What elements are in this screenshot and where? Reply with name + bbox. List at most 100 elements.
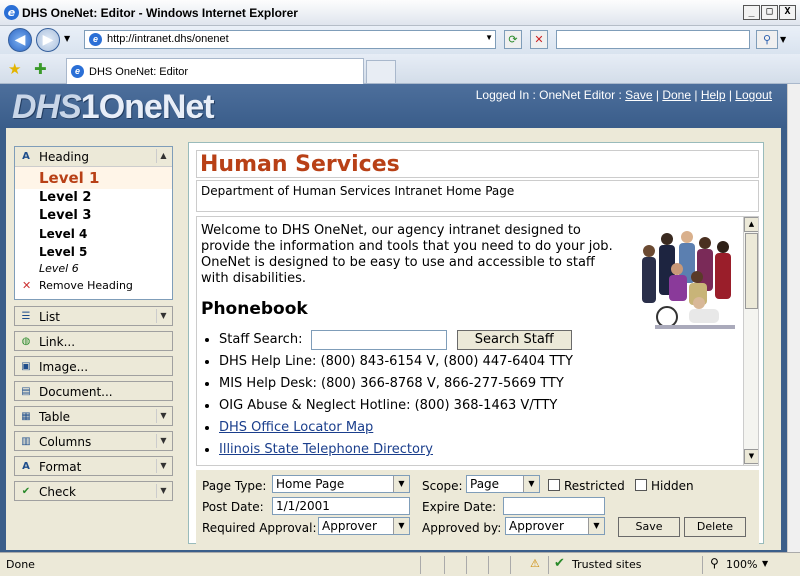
sidebar-item-check[interactable]: ✔ Check ▼ xyxy=(14,481,173,501)
collapse-icon[interactable]: ▲ xyxy=(156,149,170,163)
sidebar-item-table[interactable]: ▦ Table ▼ xyxy=(14,406,173,426)
back-arrow-icon: ◀ xyxy=(14,32,26,48)
staff-search-label: Staff Search: xyxy=(219,332,303,347)
body-scrollbar[interactable]: ▲ ▼ xyxy=(743,217,758,465)
sidebar-item-columns[interactable]: ▥ Columns ▼ xyxy=(14,431,173,451)
search-options-dropdown[interactable]: ▼ xyxy=(780,35,786,44)
close-window-button[interactable]: X xyxy=(779,5,796,20)
heading-level-4[interactable]: Level 4 xyxy=(15,225,172,243)
zoom-dropdown-icon[interactable]: ▼ xyxy=(762,559,768,568)
trusted-check-icon: ✔ xyxy=(554,556,565,571)
restricted-checkbox[interactable] xyxy=(548,479,560,491)
save-button[interactable]: Save xyxy=(618,517,680,537)
heading-level-1[interactable]: Level 1 xyxy=(15,167,172,189)
list-item: DHS Help Line: (800) 843-6154 V, (800) 4… xyxy=(219,351,639,373)
address-dropdown-icon[interactable]: ▼ xyxy=(485,33,493,42)
address-toolbar: ◀ ▶ ▼ e http://intranet.dhs/onenet ▼ ⟳ ✕… xyxy=(0,26,800,54)
scroll-up-icon[interactable]: ▲ xyxy=(744,217,758,232)
page-title[interactable]: Human Services xyxy=(196,150,759,178)
search-input[interactable] xyxy=(556,30,750,49)
sidebar-item-label: Image... xyxy=(39,360,89,374)
approved-by-select[interactable]: Approver ▼ xyxy=(505,517,605,535)
done-link[interactable]: Done xyxy=(662,88,691,102)
forward-button[interactable]: ▶ xyxy=(36,28,60,52)
search-button[interactable]: ⚲ xyxy=(756,30,778,49)
security-zone[interactable]: Trusted sites xyxy=(572,558,642,571)
heading-menu-header[interactable]: A Heading ▲ xyxy=(15,147,172,167)
back-button[interactable]: ◀ xyxy=(8,28,32,52)
recent-pages-dropdown[interactable]: ▼ xyxy=(64,34,70,43)
logout-link[interactable]: Logout xyxy=(735,88,772,102)
status-bar: Done ⚠ ✔ Trusted sites ⚲ 100% ▼ xyxy=(0,552,800,576)
scroll-thumb[interactable] xyxy=(745,233,758,309)
add-favorites-icon[interactable]: ✚ xyxy=(34,60,47,78)
list-item: Staff Search: Search Staff xyxy=(219,329,639,351)
chevron-down-icon[interactable]: ▼ xyxy=(156,309,170,323)
refresh-button[interactable]: ⟳ xyxy=(504,30,522,49)
search-staff-button[interactable]: Search Staff xyxy=(456,329,572,350)
page-body-editor[interactable]: Welcome to DHS OneNet, our agency intran… xyxy=(196,216,759,466)
heading-level-2[interactable]: Level 2 xyxy=(15,189,172,207)
stop-button[interactable]: ✕ xyxy=(530,30,548,49)
hidden-checkbox[interactable] xyxy=(635,479,647,491)
search-icon: ⚲ xyxy=(762,33,772,46)
heading-level-5[interactable]: Level 5 xyxy=(15,243,172,261)
check-icon: ✔ xyxy=(21,486,31,497)
scope-select[interactable]: Page ▼ xyxy=(466,475,540,493)
required-approval-value: Approver xyxy=(322,519,377,533)
heading-level-6[interactable]: Level 6 xyxy=(15,261,172,277)
save-link[interactable]: Save xyxy=(625,88,652,102)
internet-explorer-icon: e xyxy=(4,5,19,20)
heading-icon: A xyxy=(22,151,30,162)
sidebar-item-label: Document... xyxy=(39,385,113,399)
chevron-down-icon[interactable]: ▼ xyxy=(156,459,170,473)
heading-level-3[interactable]: Level 3 xyxy=(15,207,172,225)
chevron-down-icon[interactable]: ▼ xyxy=(156,484,170,498)
sidebar-item-label: Link... xyxy=(39,335,76,349)
tab-toolbar: ★ ✚ e DHS OneNet: Editor ⇔ A ⌂ ▤ ⎙ ⚙ xyxy=(0,54,800,129)
remove-heading-button[interactable]: ✕ Remove Heading xyxy=(15,277,172,294)
approved-by-label: Approved by: xyxy=(422,521,502,535)
sidebar-item-list[interactable]: ☰ List ▼ xyxy=(14,306,173,326)
staff-search-input[interactable] xyxy=(310,329,447,350)
post-date-input[interactable]: 1/1/2001 xyxy=(272,497,410,515)
help-link[interactable]: Help xyxy=(701,88,726,102)
new-tab-button[interactable] xyxy=(366,60,396,84)
maximize-button[interactable]: □ xyxy=(761,5,778,20)
list-icon: ☰ xyxy=(21,311,31,322)
sidebar-item-link[interactable]: ◍ Link... xyxy=(14,331,173,351)
favorites-star-icon[interactable]: ★ xyxy=(8,60,21,78)
approved-by-value: Approver xyxy=(509,519,564,533)
chevron-down-icon[interactable]: ▼ xyxy=(156,409,170,423)
zoom-level[interactable]: 100% xyxy=(726,558,757,571)
window-title-bar: e DHS OneNet: Editor - Windows Internet … xyxy=(0,0,800,26)
chevron-down-icon[interactable]: ▼ xyxy=(156,434,170,448)
expire-date-input[interactable] xyxy=(503,497,605,515)
tab-editor[interactable]: e DHS OneNet: Editor xyxy=(66,58,364,84)
page-subtitle[interactable]: Department of Human Services Intranet Ho… xyxy=(196,180,759,212)
page-type-select[interactable]: Home Page ▼ xyxy=(272,475,410,493)
sidebar-item-image[interactable]: ▣ Image... xyxy=(14,356,173,376)
zoom-icon: ⚲ xyxy=(710,556,719,570)
sidebar-item-label: Table xyxy=(39,410,71,424)
required-approval-select[interactable]: Approver ▼ xyxy=(318,517,410,535)
page-scrollbar[interactable] xyxy=(787,84,800,552)
page-icon: e xyxy=(89,33,102,46)
site-logo: DHS1OneNet xyxy=(12,88,215,127)
status-text: Done xyxy=(6,558,35,571)
delete-button[interactable]: Delete xyxy=(684,517,746,537)
minimize-button[interactable]: _ xyxy=(743,5,760,20)
remove-heading-label: Remove Heading xyxy=(39,279,133,292)
logo-main: 1OneNet xyxy=(80,88,215,126)
forward-arrow-icon: ▶ xyxy=(42,32,54,48)
scroll-down-icon[interactable]: ▼ xyxy=(744,449,758,464)
logo-prefix: DHS xyxy=(12,88,82,126)
chevron-down-icon: ▼ xyxy=(393,476,409,492)
table-icon: ▦ xyxy=(21,411,31,422)
address-input[interactable]: e http://intranet.dhs/onenet ▼ xyxy=(84,30,496,49)
office-locator-link[interactable]: DHS Office Locator Map xyxy=(219,420,373,435)
list-item: OIG Abuse & Neglect Hotline: (800) 368-1… xyxy=(219,395,639,417)
telephone-directory-link[interactable]: Illinois State Telephone Directory xyxy=(219,442,433,457)
sidebar-item-format[interactable]: A Format ▼ xyxy=(14,456,173,476)
sidebar-item-document[interactable]: ▤ Document... xyxy=(14,381,173,401)
